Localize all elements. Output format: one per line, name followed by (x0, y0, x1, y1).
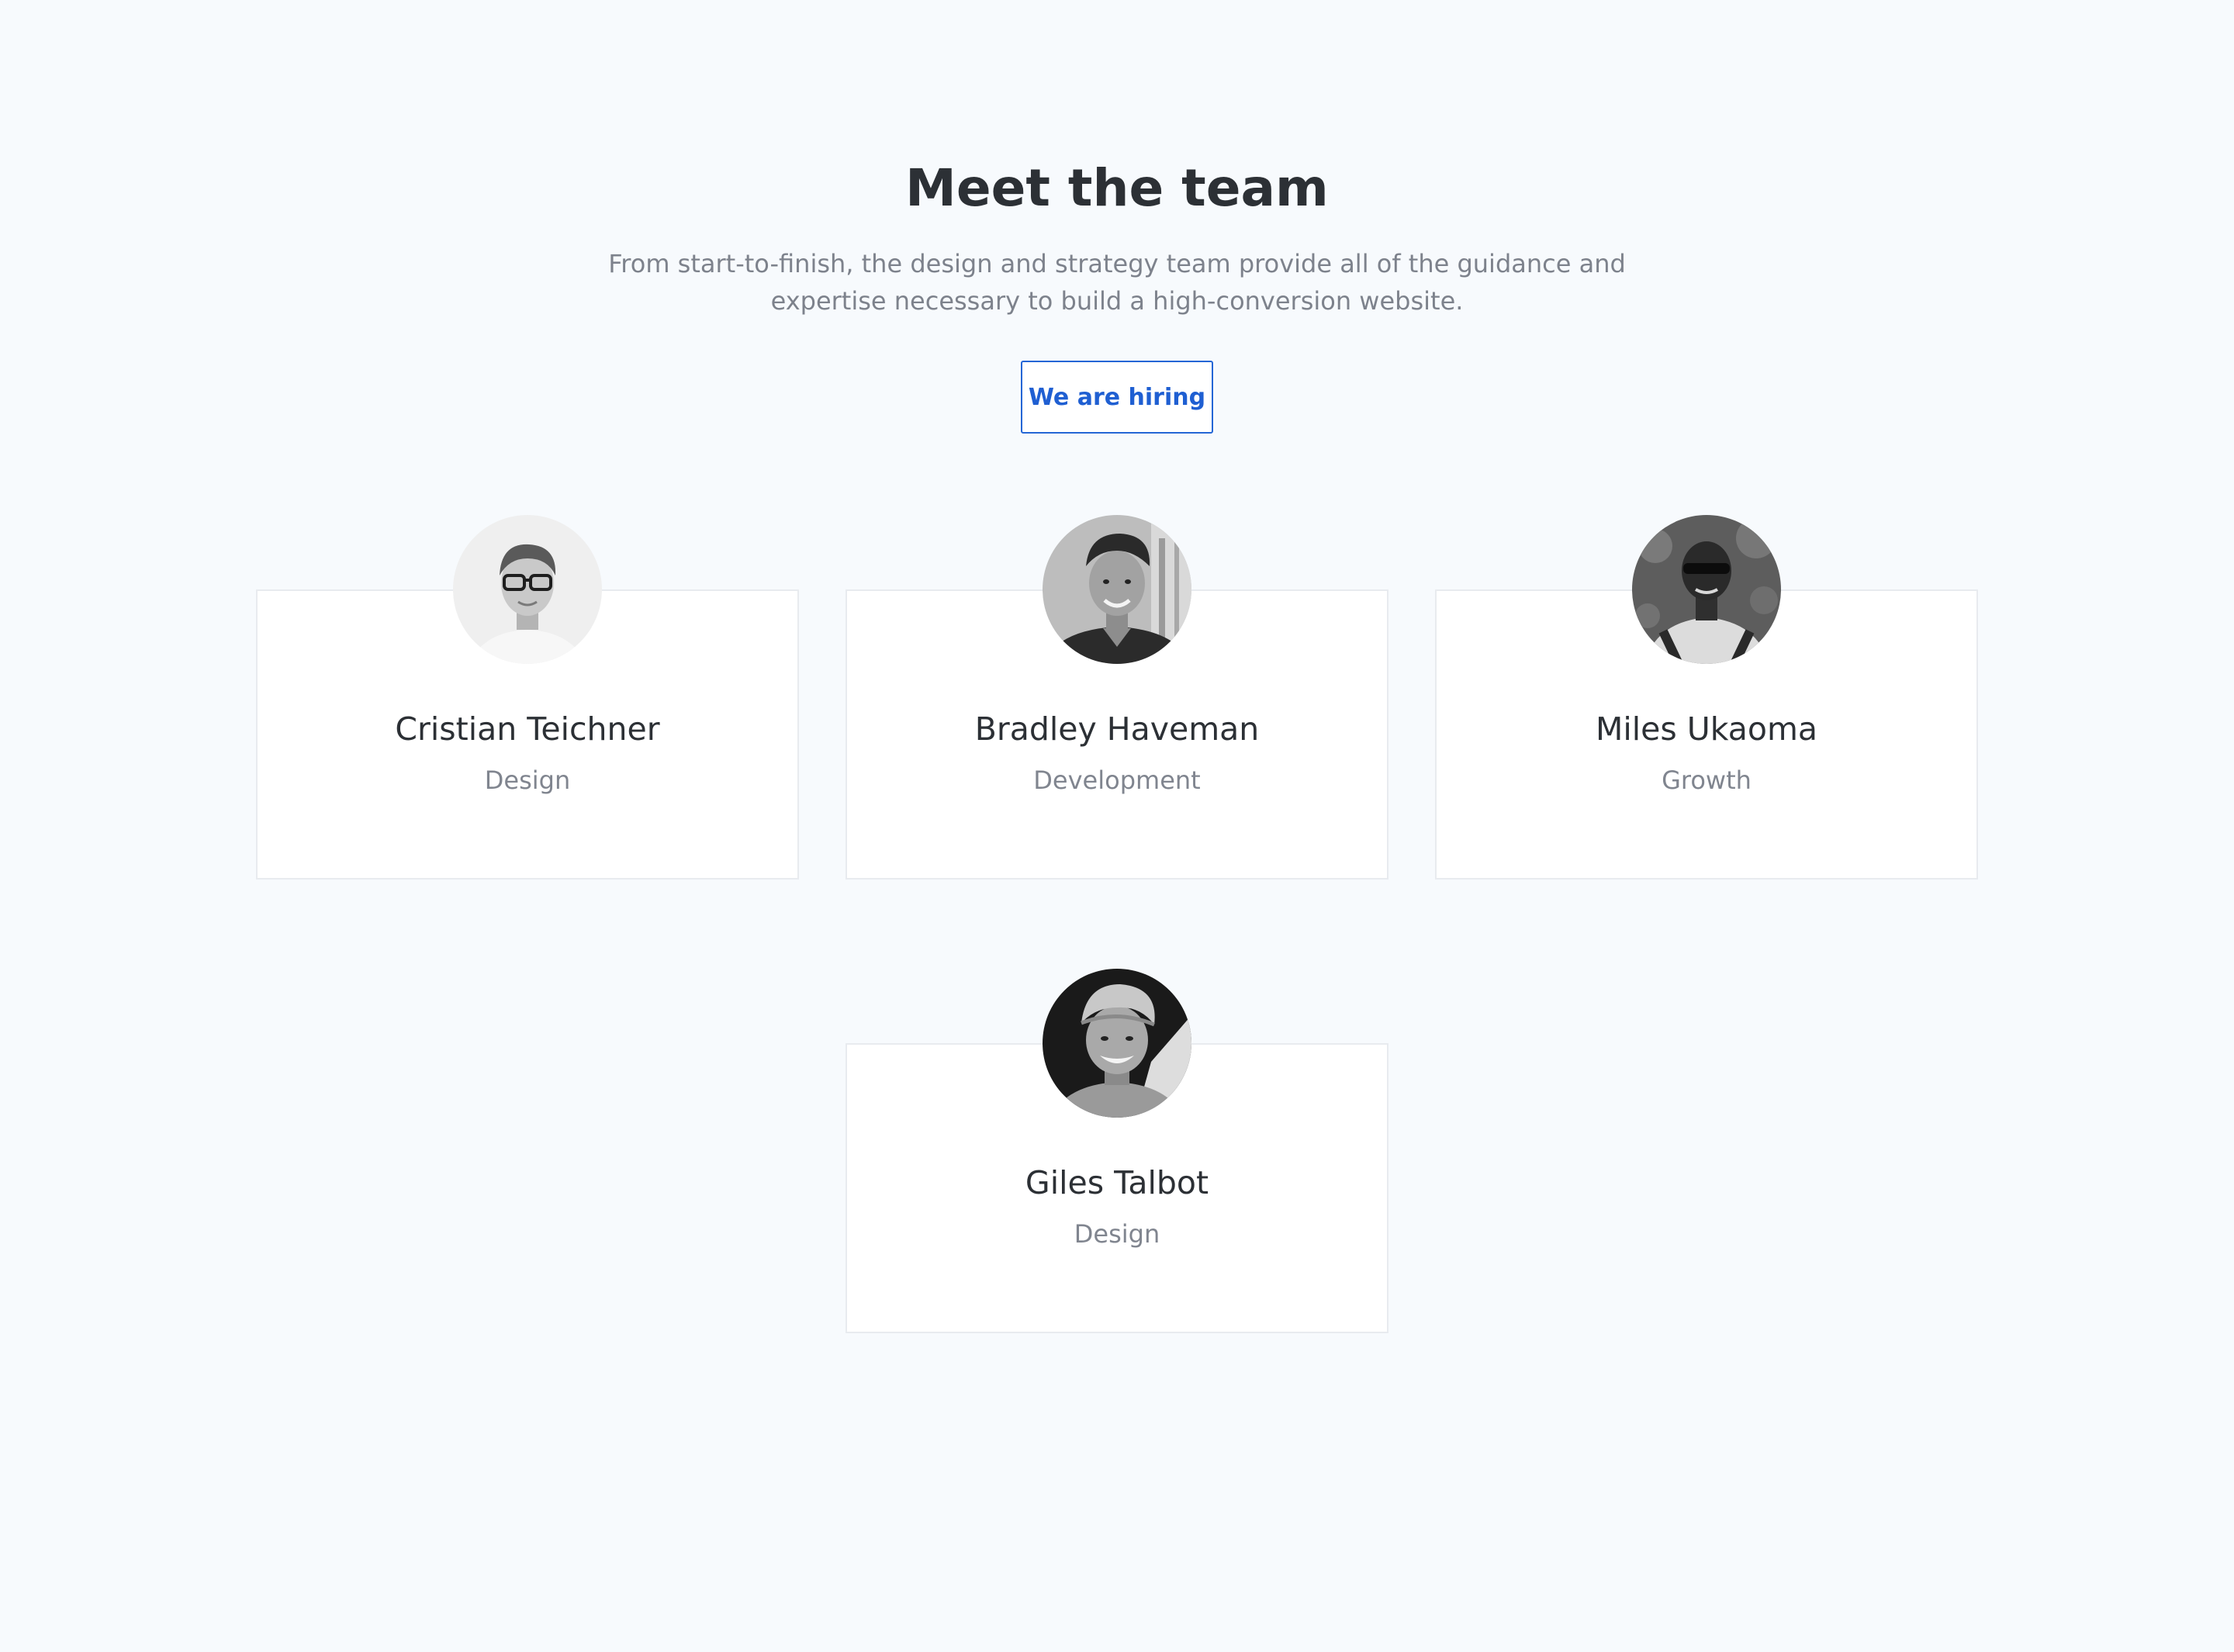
avatar (1043, 515, 1191, 664)
member-name: Giles Talbot (1025, 1164, 1209, 1201)
avatar-photo-icon (453, 515, 602, 664)
member-name: Bradley Haveman (974, 710, 1260, 748)
member-role: Growth (1662, 766, 1752, 795)
section-title: Meet the team (905, 158, 1329, 218)
member-role: Design (484, 766, 571, 795)
member-role: Development (1033, 766, 1201, 795)
subtitle-line-2: expertise necessary to build a high-conv… (770, 286, 1464, 316)
avatar (1632, 515, 1781, 664)
avatar-photo-icon (1632, 515, 1781, 664)
member-name: Miles Ukaoma (1595, 710, 1818, 748)
subtitle-line-1: From start-to-finish, the design and str… (608, 249, 1626, 278)
we-are-hiring-button[interactable]: We are hiring (1021, 361, 1213, 434)
team-section: Meet the team From start-to-finish, the … (0, 0, 2234, 1652)
member-name: Cristian Teichner (395, 710, 660, 748)
avatar-photo-icon (1043, 969, 1191, 1118)
avatar-photo-icon (1043, 515, 1191, 664)
avatar (453, 515, 602, 664)
member-role: Design (1074, 1219, 1160, 1249)
avatar (1043, 969, 1191, 1118)
section-subtitle: From start-to-finish, the design and str… (558, 245, 1676, 320)
